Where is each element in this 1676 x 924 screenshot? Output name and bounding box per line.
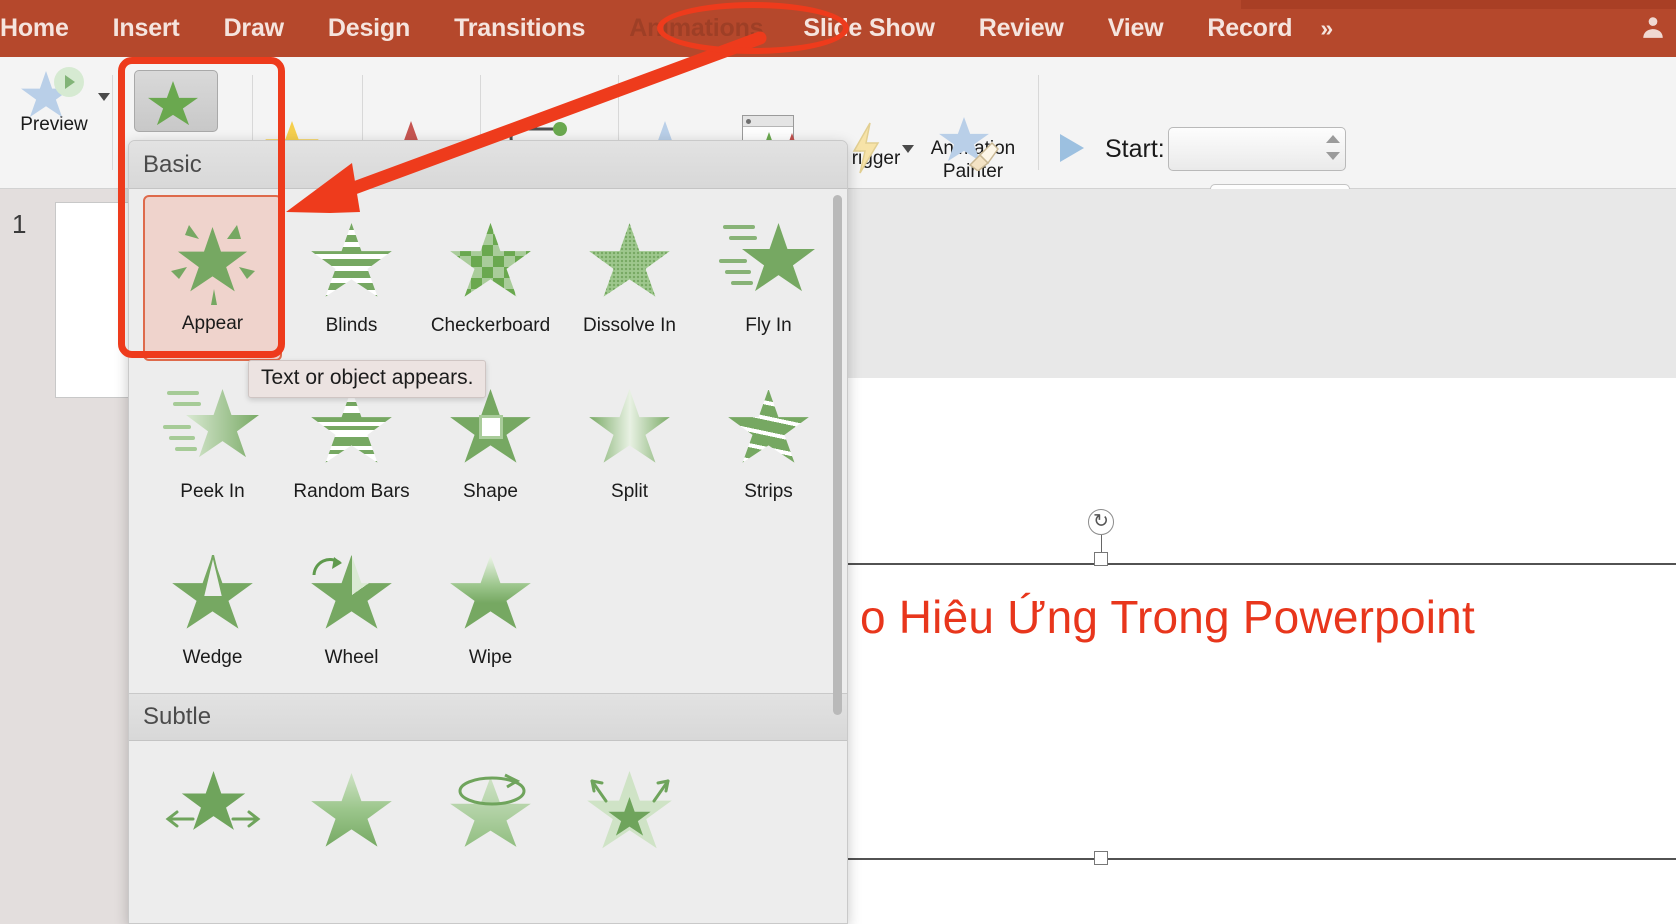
gallery-item-subtle-expand[interactable]	[143, 747, 282, 913]
tab-design[interactable]: Design	[328, 14, 410, 43]
gallery-item-label: Split	[611, 481, 648, 502]
tab-record[interactable]: Record	[1207, 14, 1292, 43]
tab-animations[interactable]: Animations	[629, 14, 763, 43]
play-triangle-icon	[1060, 134, 1084, 162]
gallery-item-label: Peek In	[180, 481, 245, 502]
gallery-section-subtle-header: Subtle	[129, 693, 847, 741]
account-icon[interactable]	[1640, 14, 1666, 40]
gallery-item-wedge[interactable]: Wedge	[143, 527, 282, 693]
gallery-item-fly-in[interactable]: Fly In	[699, 195, 838, 361]
star-fade-icon	[302, 759, 402, 871]
selection-top-line	[848, 563, 1676, 565]
gallery-item-label: Checkerboard	[430, 315, 551, 336]
tab-insert[interactable]: Insert	[113, 14, 180, 43]
star-flyin-icon	[718, 207, 819, 319]
star-burst-icon	[163, 209, 263, 321]
slide-surface-top	[848, 378, 1676, 574]
star-strips-icon	[719, 373, 819, 485]
titlebar-notch	[1241, 0, 1676, 9]
gallery-item-label: Shape	[463, 481, 518, 502]
star-wheel-icon	[302, 539, 402, 651]
gallery-item-label: Fly In	[745, 315, 792, 336]
gallery-item-subtle-zoom[interactable]	[560, 747, 699, 913]
star-brush-icon	[938, 117, 1008, 171]
toolbar-divider-1	[112, 75, 113, 170]
gallery-item-label: Random Bars	[293, 481, 410, 502]
gallery-basic-grid: Appear Blinds Checkerboard Dissolve In F…	[129, 189, 847, 693]
selection-bottom-line	[848, 858, 1676, 860]
gallery-item-label: Wipe	[468, 647, 513, 668]
powerpoint-window: Home Insert Draw Design Transitions Anim…	[0, 0, 1676, 924]
gallery-item-wipe[interactable]: Wipe	[421, 527, 560, 693]
gallery-scrollbar[interactable]	[830, 195, 844, 715]
tab-home[interactable]: Home	[0, 14, 69, 43]
preview-play-badge-icon	[54, 67, 84, 97]
star-expand-icon	[163, 759, 263, 871]
gallery-item-checkerboard[interactable]: Checkerboard	[421, 195, 560, 361]
gallery-item-subtle-swivel[interactable]	[421, 747, 560, 913]
star-wedge-icon	[163, 539, 263, 651]
gallery-item-label: Appear	[181, 313, 244, 334]
gallery-item-split[interactable]: Split	[560, 361, 699, 527]
gallery-scroll-thumb[interactable]	[833, 195, 842, 715]
star-swivel-icon	[441, 759, 541, 871]
gallery-item-wheel[interactable]: Wheel	[282, 527, 421, 693]
star-wipe-icon	[441, 539, 541, 651]
gallery-item-label: Strips	[744, 481, 793, 502]
gallery-section-basic-header: Basic	[129, 141, 847, 189]
slide-title-text[interactable]: o Hiêu Ứng Trong Powerpoint	[860, 590, 1620, 644]
gallery-item-strips[interactable]: Strips	[699, 361, 838, 527]
star-split-icon	[580, 373, 680, 485]
toolbar-divider-6	[1038, 75, 1039, 170]
star-blinds-icon	[302, 207, 402, 319]
gallery-item-appear[interactable]: Appear	[143, 195, 282, 361]
preview-button[interactable]	[16, 67, 110, 117]
entrance-animation-button[interactable]	[134, 70, 218, 132]
ribbon-tab-bar: Home Insert Draw Design Transitions Anim…	[0, 0, 1676, 57]
selection-handle-top[interactable]	[1094, 552, 1108, 566]
star-dissolve-icon	[580, 207, 680, 319]
slide-number: 1	[12, 209, 27, 239]
start-stepper-icon[interactable]	[1326, 133, 1340, 165]
start-dropdown[interactable]	[1168, 127, 1346, 171]
tab-review[interactable]: Review	[979, 14, 1064, 43]
trigger-dropdown-icon[interactable]	[902, 145, 914, 153]
tab-draw[interactable]: Draw	[224, 14, 285, 43]
tab-view[interactable]: View	[1108, 14, 1164, 43]
gallery-item-label: Wedge	[182, 647, 243, 668]
gallery-item-label: Wheel	[324, 647, 379, 668]
gallery-item-subtle-fade[interactable]	[282, 747, 421, 913]
animation-gallery-dropdown: Basic Appear Blinds Checkerboard Dissolv…	[128, 140, 848, 924]
lightning-bolt-icon	[844, 121, 888, 180]
green-star-icon	[148, 81, 198, 126]
gallery-item-label: Dissolve In	[583, 315, 676, 336]
gallery-item-dissolve-in[interactable]: Dissolve In	[560, 195, 699, 361]
gallery-item-label: Blinds	[325, 315, 378, 336]
more-tabs-icon[interactable]: »	[1320, 15, 1333, 42]
tab-transitions[interactable]: Transitions	[454, 14, 585, 43]
selection-handle-bottom[interactable]	[1094, 851, 1108, 865]
gallery-item-blinds[interactable]: Blinds	[282, 195, 421, 361]
start-label: Start:	[1105, 135, 1165, 163]
preview-label: Preview	[20, 114, 88, 135]
rotate-handle-icon[interactable]: ↻	[1088, 509, 1114, 535]
star-checkerboard-icon	[441, 207, 541, 319]
gallery-subtle-grid	[129, 741, 847, 913]
appear-tooltip: Text or object appears.	[248, 360, 487, 398]
preview-dropdown-icon[interactable]	[98, 93, 110, 101]
star-zoom-icon	[580, 759, 680, 871]
tab-slide-show[interactable]: Slide Show	[803, 14, 935, 43]
